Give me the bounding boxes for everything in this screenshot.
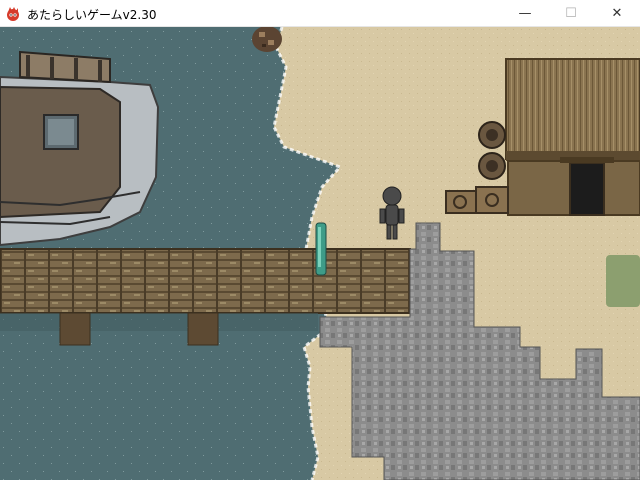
maximize-button[interactable]: ☐ xyxy=(548,0,594,27)
window-title: あたらしいゲームv2.30 xyxy=(27,8,157,22)
thatched-hut[interactable] xyxy=(505,58,640,216)
game-viewport[interactable] xyxy=(0,27,640,480)
teal-post xyxy=(315,222,327,276)
minimize-button[interactable]: — xyxy=(502,0,548,27)
rock xyxy=(252,27,282,52)
grass-patch xyxy=(606,255,640,307)
close-button[interactable]: ✕ xyxy=(594,0,640,27)
window-titlebar[interactable]: あたらしいゲームv2.30 — ☐ ✕ xyxy=(0,0,640,27)
game-scene xyxy=(0,27,640,480)
app-logo-icon xyxy=(7,7,19,21)
